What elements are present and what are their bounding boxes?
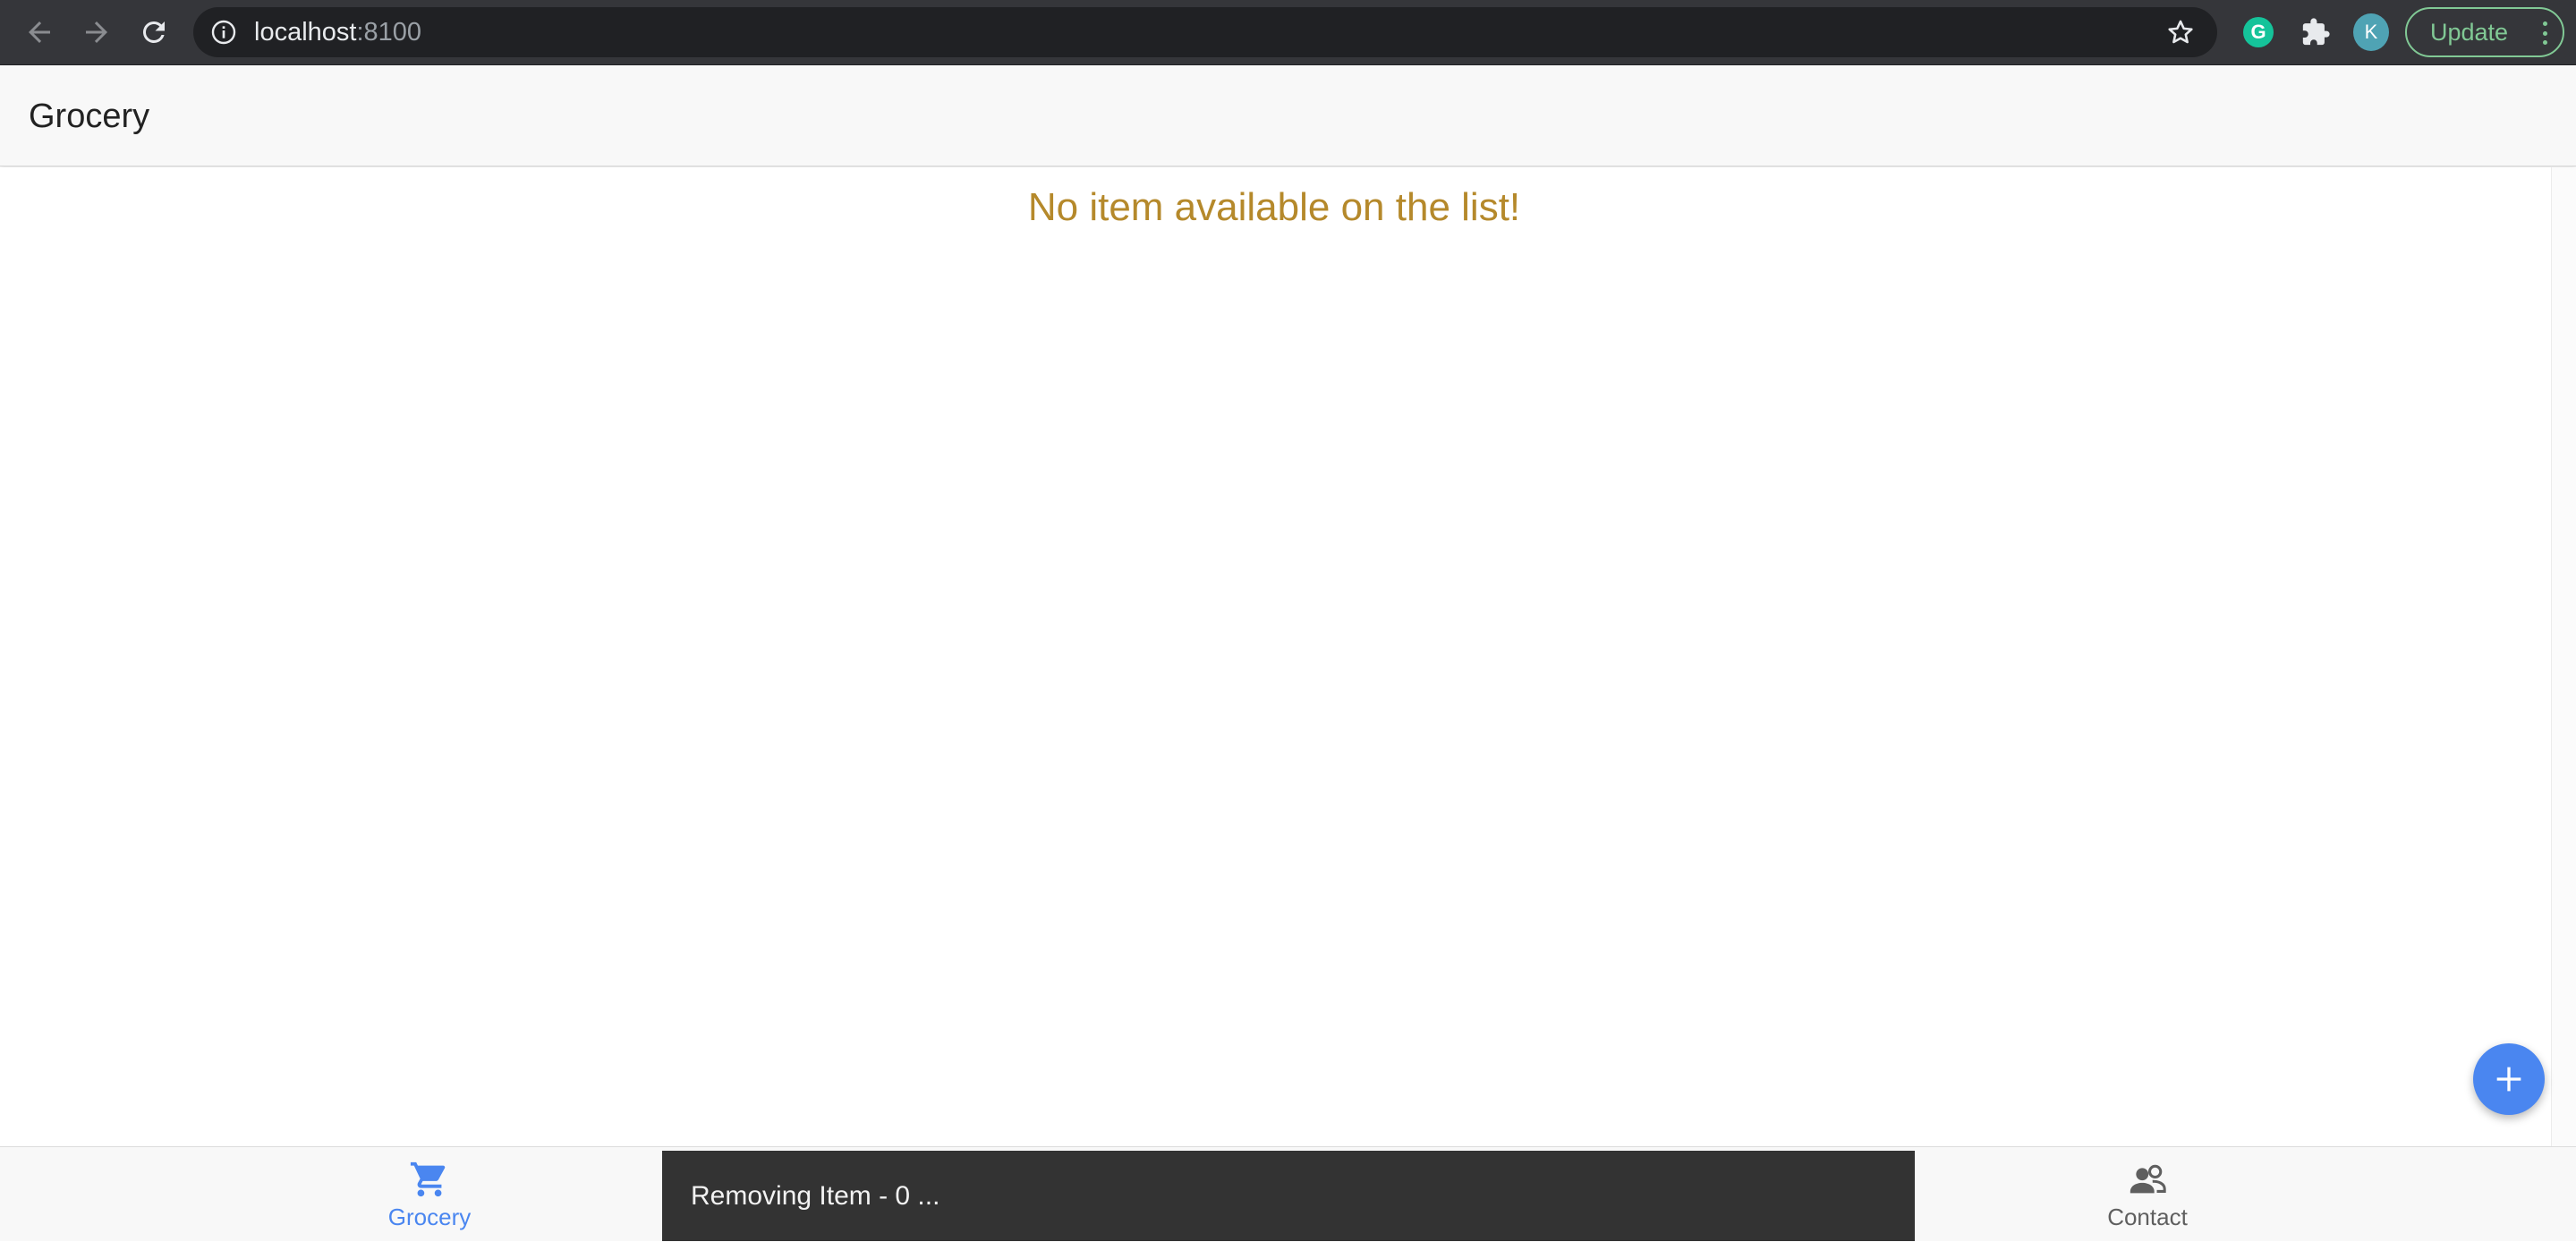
scrollbar[interactable] <box>2551 167 2576 1146</box>
toast-message: Removing Item - 0 ... <box>691 1180 940 1211</box>
tab-grocery[interactable]: Grocery <box>340 1147 519 1242</box>
tab-contact[interactable]: Contact <box>2058 1147 2237 1242</box>
extensions-button[interactable] <box>2298 14 2334 50</box>
url-host: localhost <box>254 18 357 47</box>
reload-button[interactable] <box>136 14 172 50</box>
page-title: Grocery <box>29 98 150 135</box>
app-header: Grocery <box>0 66 2576 166</box>
tab-label: Grocery <box>387 1203 472 1230</box>
add-icon <box>2496 1067 2521 1092</box>
url-port: :8100 <box>356 18 422 47</box>
more-vert-icon[interactable] <box>2541 21 2548 45</box>
star-icon[interactable] <box>2165 17 2196 47</box>
back-arrow-icon <box>29 21 50 43</box>
puzzle-icon <box>2302 18 2330 46</box>
profile-button[interactable]: K <box>2353 13 2389 51</box>
back-button[interactable] <box>21 14 57 50</box>
reload-icon <box>142 21 165 43</box>
grammarly-icon: G <box>2243 17 2274 47</box>
grammarly-extension-button[interactable]: G <box>2240 14 2276 50</box>
avatar: K <box>2353 13 2389 51</box>
forward-button[interactable] <box>79 14 115 50</box>
cart-icon <box>410 1161 446 1196</box>
browser-toolbar: localhost:8100 G K Update <box>0 0 2576 65</box>
update-button[interactable]: Update <box>2405 7 2564 57</box>
address-bar[interactable]: localhost:8100 <box>193 7 2217 57</box>
forward-arrow-icon <box>86 21 107 43</box>
tab-label: Contact <box>2107 1203 2188 1230</box>
people-icon <box>2130 1164 2166 1193</box>
empty-list-message: No item available on the list! <box>1027 185 1521 229</box>
update-label: Update <box>2430 18 2509 46</box>
info-icon[interactable] <box>209 18 238 47</box>
add-item-button[interactable] <box>2473 1043 2545 1115</box>
main-content: No item available on the list! <box>0 167 2576 1146</box>
toast-notification: Removing Item - 0 ... <box>662 1151 1915 1241</box>
url-text: localhost:8100 <box>254 7 421 57</box>
